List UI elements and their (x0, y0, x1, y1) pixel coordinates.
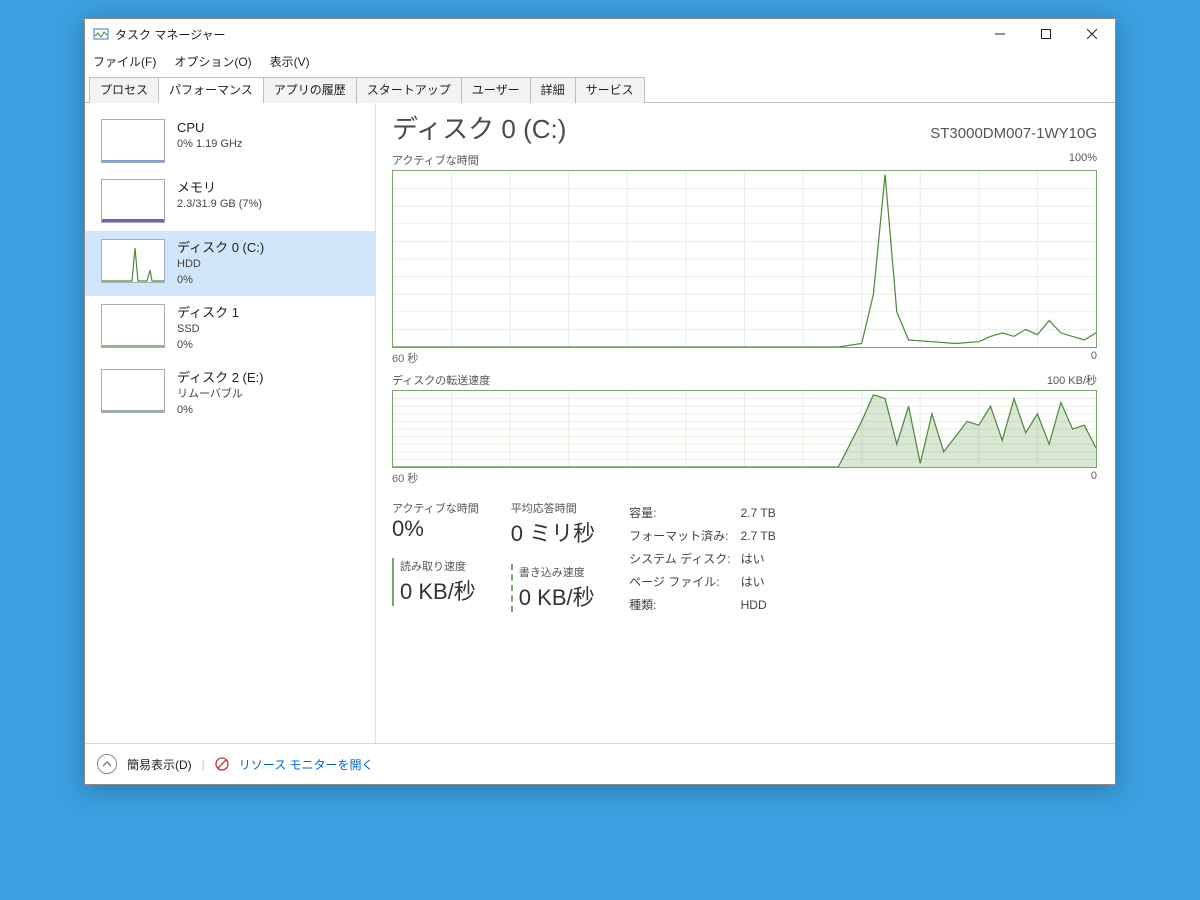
sidebar-item-disk1[interactable]: ディスク 1SSD 0% (85, 296, 375, 361)
sidebar-item-label: ディスク 0 (C:) (177, 239, 264, 257)
active-time-chart: アクティブな時間 100% 60 秒 0 (392, 152, 1097, 366)
maximize-button[interactable] (1023, 19, 1069, 49)
info-pagefile-l: ページ ファイル: (629, 571, 738, 592)
tab-services[interactable]: サービス (575, 77, 645, 103)
menu-file[interactable]: ファイル(F) (91, 51, 158, 72)
info-formatted-v: 2.7 TB (741, 525, 784, 546)
tab-startup[interactable]: スタートアップ (356, 77, 462, 103)
info-type-l: 種類: (629, 594, 738, 615)
titlebar[interactable]: タスク マネージャー (85, 19, 1115, 49)
chevron-up-icon[interactable] (97, 754, 117, 774)
tab-strip: プロセス パフォーマンス アプリの履歴 スタートアップ ユーザー 詳細 サービス (85, 76, 1115, 103)
close-button[interactable] (1069, 19, 1115, 49)
sidebar-item-disk0[interactable]: ディスク 0 (C:)HDD 0% (85, 231, 375, 296)
footer: 簡易表示(D) | リソース モニターを開く (85, 743, 1115, 784)
active-time-value: 0% (392, 516, 479, 542)
sidebar-item-sub: SSD 0% (177, 322, 239, 353)
disk-info-table: 容量:2.7 TB フォーマット済み:2.7 TB システム ディスク:はい ペ… (627, 500, 786, 617)
fewer-details-link[interactable]: 簡易表示(D) (127, 756, 192, 773)
cpu-thumb-icon (101, 119, 165, 163)
info-sysdisk-l: システム ディスク: (629, 548, 738, 569)
app-icon (93, 26, 109, 42)
tab-processes[interactable]: プロセス (89, 77, 159, 103)
disk-model: ST3000DM007-1WY10G (930, 125, 1097, 142)
tab-users[interactable]: ユーザー (461, 77, 531, 103)
chart2-box[interactable] (392, 390, 1097, 468)
chart1-xleft: 60 秒 (392, 350, 418, 366)
sidebar-item-sub: 0% 1.19 GHz (177, 137, 242, 152)
sidebar-item-label: メモリ (177, 179, 262, 197)
sidebar-item-sub: 2.3/31.9 GB (7%) (177, 197, 262, 212)
read-speed-value: 0 KB/秒 (400, 574, 479, 606)
window-title: タスク マネージャー (115, 26, 977, 43)
write-speed-label: 書き込み速度 (519, 564, 595, 580)
sidebar-item-disk2[interactable]: ディスク 2 (E:)リムーバブル 0% (85, 361, 375, 426)
sidebar-item-label: ディスク 2 (E:) (177, 369, 264, 387)
detail-title: ディスク 0 (C:) (392, 109, 566, 146)
menu-options[interactable]: オプション(O) (172, 51, 253, 72)
read-speed-label: 読み取り速度 (400, 558, 479, 574)
sidebar-item-label: CPU (177, 119, 242, 137)
memory-thumb-icon (101, 179, 165, 223)
avg-response-label: 平均応答時間 (511, 500, 595, 516)
sidebar-item-memory[interactable]: メモリ2.3/31.9 GB (7%) (85, 171, 375, 231)
sidebar-item-sub: HDD 0% (177, 257, 264, 288)
tab-details[interactable]: 詳細 (530, 77, 576, 103)
disk0-thumb-icon (101, 239, 165, 283)
info-capacity-l: 容量: (629, 502, 738, 523)
menubar: ファイル(F) オプション(O) 表示(V) (85, 49, 1115, 76)
disk1-thumb-icon (101, 304, 165, 348)
disk2-thumb-icon (101, 369, 165, 413)
write-speed-value: 0 KB/秒 (519, 580, 595, 612)
sidebar-item-label: ディスク 1 (177, 304, 239, 322)
chart2-xleft: 60 秒 (392, 470, 418, 486)
active-time-label: アクティブな時間 (392, 500, 479, 516)
info-sysdisk-v: はい (741, 548, 784, 569)
performance-sidebar: CPU0% 1.19 GHz メモリ2.3/31.9 GB (7%) ディスク … (85, 103, 375, 743)
disk-stats: アクティブな時間0% 読み取り速度0 KB/秒 平均応答時間0 ミリ秒 書き込み… (392, 500, 1097, 617)
chart2-xright: 0 (1091, 470, 1097, 486)
chart1-ymax: 100% (1069, 152, 1097, 168)
info-pagefile-v: はい (741, 571, 784, 592)
chart1-xright: 0 (1091, 350, 1097, 366)
tab-performance[interactable]: パフォーマンス (158, 77, 264, 103)
info-capacity-v: 2.7 TB (741, 502, 784, 523)
menu-view[interactable]: 表示(V) (268, 51, 312, 72)
avg-response-value: 0 ミリ秒 (511, 516, 595, 548)
sidebar-item-sub: リムーバブル 0% (177, 387, 264, 418)
chart1-label: アクティブな時間 (392, 152, 479, 168)
tab-app-history[interactable]: アプリの履歴 (263, 77, 357, 103)
chart2-ymax: 100 KB/秒 (1047, 372, 1097, 388)
sidebar-item-cpu[interactable]: CPU0% 1.19 GHz (85, 111, 375, 171)
performance-detail: ディスク 0 (C:) ST3000DM007-1WY10G アクティブな時間 … (375, 103, 1115, 743)
info-formatted-l: フォーマット済み: (629, 525, 738, 546)
chart1-box[interactable] (392, 170, 1097, 348)
open-resource-monitor-link[interactable]: リソース モニターを開く (239, 756, 374, 773)
task-manager-window: タスク マネージャー ファイル(F) オプション(O) 表示(V) プロセス パ… (84, 18, 1116, 785)
info-type-v: HDD (741, 594, 784, 615)
transfer-rate-chart: ディスクの転送速度 100 KB/秒 60 秒 0 (392, 372, 1097, 486)
resource-monitor-icon (215, 757, 229, 771)
chart2-label: ディスクの転送速度 (392, 372, 490, 388)
minimize-button[interactable] (977, 19, 1023, 49)
